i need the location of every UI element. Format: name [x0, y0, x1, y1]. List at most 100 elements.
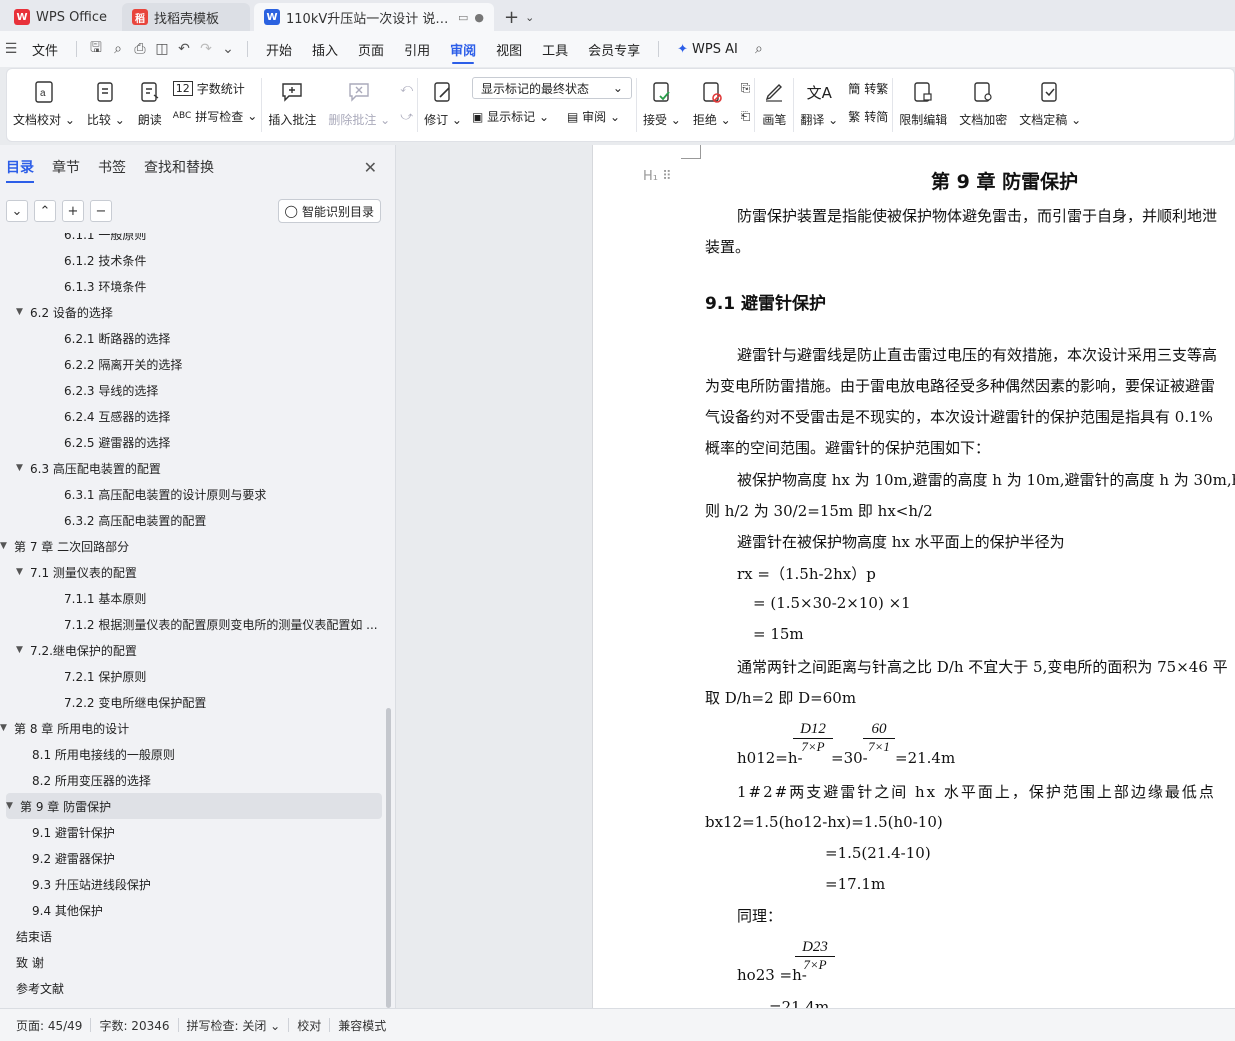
heading-handle-icon[interactable]: H₁ ⠿ [643, 169, 672, 184]
undo-icon[interactable]: ↶ [173, 41, 195, 57]
page-indicator[interactable]: 页面: 45/49 [8, 1017, 90, 1034]
toc-item[interactable]: 6.2.5 避雷器的选择 [0, 429, 388, 455]
hamburger-icon[interactable]: ☰ [0, 41, 22, 57]
toc-item[interactable]: 6.3.2 高压配电装置的配置 [0, 507, 388, 533]
toc-item[interactable]: ▼ 6.3 高压配电装置的配置 [0, 455, 388, 481]
expand-arrow-icon[interactable]: ▼ [6, 801, 20, 811]
toc-item[interactable]: 7.2.2 变电所继电保护配置 [0, 689, 388, 715]
search-icon[interactable]: ⌕ [748, 41, 770, 57]
save-icon[interactable]: 🖫 [85, 37, 107, 61]
tab-template-store[interactable]: 稻 找稻壳模板 [122, 3, 250, 31]
chevron-down-icon[interactable]: ⌄ [525, 11, 534, 24]
expand-arrow-icon[interactable]: ▼ [16, 567, 30, 577]
markup-state-select[interactable]: 显示标记的最终状态 ⌄ [471, 77, 632, 99]
insert-comment-button[interactable]: 插入批注 [262, 69, 322, 141]
print-icon[interactable]: ⎙ [129, 41, 151, 57]
read-aloud-button[interactable]: 朗读 [131, 69, 169, 141]
close-icon[interactable]: ✕ [364, 158, 377, 177]
delete-comment-button[interactable]: 删除批注 ⌄ [322, 69, 396, 141]
toc-item[interactable]: ▼ 6.2 设备的选择 [0, 299, 388, 325]
toc-item[interactable]: 结束语 [0, 923, 388, 949]
expand-down-icon[interactable]: ⌄ [6, 200, 28, 222]
share-icon[interactable]: ⌕ [107, 41, 129, 57]
toc-item[interactable]: ▼ 第 9 章 防雷保护 [6, 793, 382, 819]
toc-item[interactable]: 6.1.1 一般原则 [0, 233, 388, 247]
tab-wps-office[interactable]: W WPS Office [4, 3, 118, 31]
toc-item[interactable]: 致 谢 [0, 949, 388, 975]
toc-item[interactable]: 6.1.3 环境条件 [0, 273, 388, 299]
prev-comment-icon[interactable]: ⤺ [400, 77, 413, 99]
toc-item[interactable]: 7.1.1 基本原则 [0, 585, 388, 611]
to-simplified-button[interactable]: 繁 转简 [848, 105, 888, 127]
revise-button[interactable]: 修订 ⌄ [418, 69, 468, 141]
review-pane-button[interactable]: ▤ 审阅 ⌄ [567, 108, 620, 125]
toc-item[interactable]: 6.2.2 隔离开关的选择 [0, 351, 388, 377]
toc-scrollbar[interactable] [386, 708, 391, 1008]
tab-bookmarks[interactable]: 书签 [98, 145, 126, 189]
unsaved-dot-icon[interactable]: ● [474, 11, 484, 24]
reject-button[interactable]: 拒绝 ⌄ [687, 69, 737, 141]
toc-item[interactable]: 8.1 所用电接线的一般原则 [0, 741, 388, 767]
remove-heading-icon[interactable]: − [90, 200, 112, 222]
toc-item[interactable]: ▼ 7.1 测量仪表的配置 [0, 559, 388, 585]
show-markup-button[interactable]: ▣ 显示标记 ⌄ [472, 108, 549, 125]
encrypt-button[interactable]: 文档加密 [953, 69, 1013, 141]
toc-item[interactable]: 9.1 避雷针保护 [0, 819, 388, 845]
prev-revision-icon[interactable]: ⎘ [741, 77, 751, 99]
add-heading-icon[interactable]: + [62, 200, 84, 222]
toc-item[interactable]: 6.1.2 技术条件 [0, 247, 388, 273]
new-tab-button[interactable]: + ⌄ [504, 3, 534, 31]
next-comment-icon[interactable]: ⤻ [400, 105, 413, 127]
expand-arrow-icon[interactable]: ▼ [16, 645, 30, 655]
word-count-indicator[interactable]: 字数: 20346 [91, 1017, 177, 1034]
document-page[interactable]: H₁ ⠿ 第 9 章 防雷保护 防雷保护装置是指能使被保护物体避免雷击，而引雷于… [592, 145, 1235, 1008]
toc-item[interactable]: 6.2.4 互感器的选择 [0, 403, 388, 429]
tab-find-replace[interactable]: 查找和替换 [144, 145, 214, 189]
menu-page[interactable]: 页面 [348, 31, 394, 67]
collapse-up-icon[interactable]: ⌃ [34, 200, 56, 222]
toc-item[interactable]: 6.3.1 高压配电装置的设计原则与要求 [0, 481, 388, 507]
toc-item[interactable]: 8.2 所用变压器的选择 [0, 767, 388, 793]
to-traditional-button[interactable]: 簡 转繁 [848, 77, 888, 99]
tab-chapters[interactable]: 章节 [52, 145, 80, 189]
toc-item[interactable]: 6.2.1 断路器的选择 [0, 325, 388, 351]
accept-button[interactable]: 接受 ⌄ [637, 69, 687, 141]
toc-item[interactable]: 7.1.2 根据测量仪表的配置原则变电所的测量仪表配置如 ... [0, 611, 388, 637]
print-preview-icon[interactable]: ◫ [151, 41, 173, 57]
tab-document[interactable]: W 110kV升压站一次设计 说明书 ▭ ● [254, 3, 494, 31]
next-revision-icon[interactable]: ⎗ [741, 105, 751, 127]
monitor-icon[interactable]: ▭ [458, 11, 468, 24]
proofread-status[interactable]: 校对 [289, 1017, 329, 1034]
toc-item[interactable]: 9.3 升压站进线段保护 [0, 871, 388, 897]
menu-view[interactable]: 视图 [486, 31, 532, 67]
menu-tools[interactable]: 工具 [532, 31, 578, 67]
redo-icon[interactable]: ↷ [195, 41, 217, 57]
toc-item[interactable]: 6.2.3 导线的选择 [0, 377, 388, 403]
menu-file[interactable]: 文件 [22, 31, 68, 67]
word-count-button[interactable]: 12 字数统计 [172, 77, 258, 99]
spell-check-button[interactable]: ABC 拼写检查 ⌄ [173, 105, 258, 127]
expand-arrow-icon[interactable]: ▼ [0, 723, 14, 733]
toc-item[interactable]: 7.2.1 保护原则 [0, 663, 388, 689]
toc-item[interactable]: ▼ 第 8 章 所用电的设计 [0, 715, 388, 741]
doc-check-button[interactable]: a 文档校对 ⌄ [7, 69, 81, 141]
spell-check-status[interactable]: 拼写检查: 关闭 ⌄ [179, 1017, 289, 1034]
expand-arrow-icon[interactable]: ▼ [16, 307, 30, 317]
menu-insert[interactable]: 插入 [302, 31, 348, 67]
more-chevron-icon[interactable]: ⌄ [217, 41, 239, 57]
finalize-button[interactable]: 文档定稿 ⌄ [1013, 69, 1087, 141]
toc-item[interactable]: 参考文献 [0, 975, 388, 1001]
smart-toc-button[interactable]: ◯ 智能识别目录 [277, 199, 381, 223]
pen-button[interactable]: 画笔 [755, 69, 793, 141]
toc-item[interactable]: ▼ 7.2.继电保护的配置 [0, 637, 388, 663]
translate-button[interactable]: 文A 翻译 ⌄ [794, 69, 844, 141]
menu-start[interactable]: 开始 [256, 31, 302, 67]
menu-review[interactable]: 审阅 [440, 31, 486, 67]
menu-reference[interactable]: 引用 [394, 31, 440, 67]
restrict-edit-button[interactable]: 限制编辑 [893, 69, 953, 141]
compare-button[interactable]: 比较 ⌄ [81, 69, 131, 141]
toc-item[interactable]: ▼ 第 7 章 二次回路部分 [0, 533, 388, 559]
wps-ai-button[interactable]: ✦ WPS AI [667, 31, 748, 67]
toc-item[interactable]: 9.4 其他保护 [0, 897, 388, 923]
toc-item[interactable]: 9.2 避雷器保护 [0, 845, 388, 871]
